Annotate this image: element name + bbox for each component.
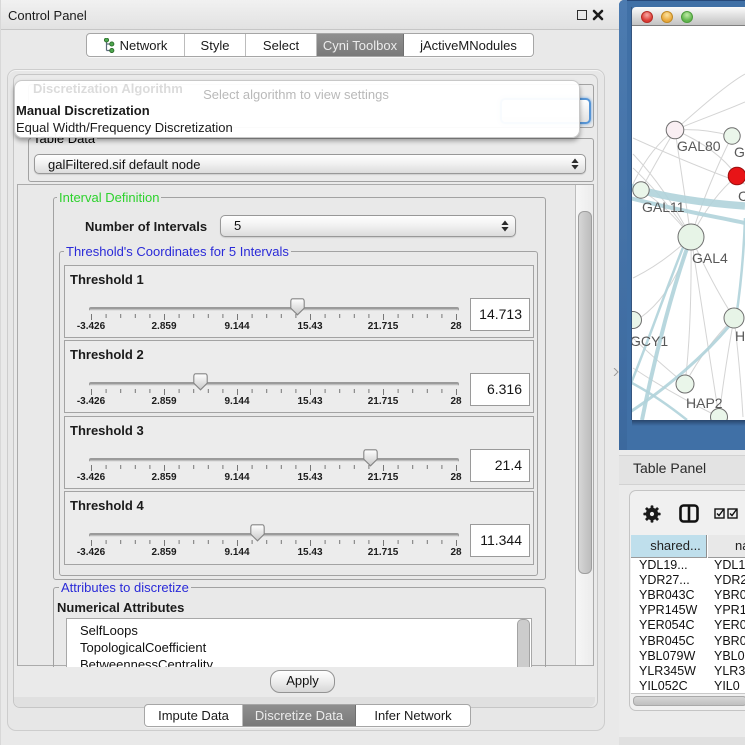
svg-text:GAL4: GAL4 bbox=[692, 250, 728, 266]
svg-text:GCY1: GCY1 bbox=[632, 333, 668, 349]
svg-text:HAP2: HAP2 bbox=[686, 395, 723, 411]
svg-text:GA: GA bbox=[734, 144, 745, 160]
svg-text:GAL11: GAL11 bbox=[642, 199, 685, 215]
svg-text:H: H bbox=[735, 328, 745, 344]
svg-text:C: C bbox=[738, 188, 745, 204]
svg-text:GAL80: GAL80 bbox=[677, 138, 721, 154]
